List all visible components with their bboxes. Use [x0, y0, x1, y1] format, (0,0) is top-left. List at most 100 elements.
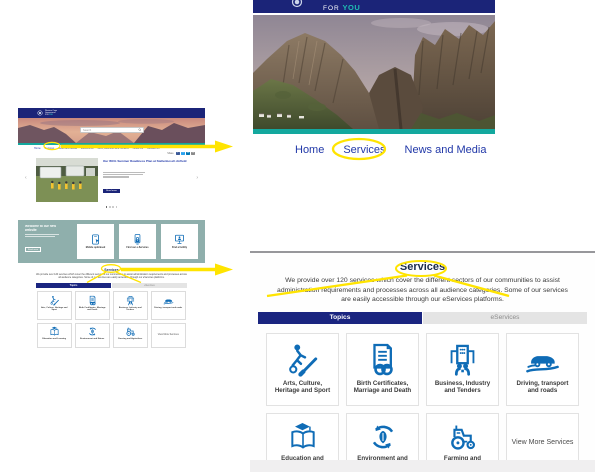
monitor-person-icon — [173, 233, 186, 246]
nav-item-jobs[interactable]: Jobs, Business and Tenders — [98, 147, 129, 150]
twitter-icon[interactable]: t — [181, 152, 185, 156]
search-placeholder: Search — [83, 129, 91, 132]
carousel-dot[interactable] — [109, 206, 111, 208]
linkedin-icon[interactable]: in — [186, 152, 190, 156]
services-heading: Services — [18, 268, 205, 272]
tile-certificates[interactable]: Birth Certificates, Marriage and Death — [346, 333, 419, 406]
search-input[interactable]: Search — [80, 127, 144, 133]
carousel-next-icon[interactable]: › — [196, 176, 198, 181]
nav-item-news[interactable]: News and Media — [58, 147, 77, 150]
mini-services-grid: Arts, Culture, Heritage and Sport Birth … — [37, 291, 187, 348]
driving-transport-icon — [163, 295, 174, 306]
mini-logo: Western Cape Government FOR YOU — [45, 110, 57, 116]
welcome-banner: Welcome to our new website Read more Mob… — [18, 220, 205, 263]
tile-label: Farming and Agriculture — [116, 337, 144, 341]
logo-tagline: FOR YOU — [45, 114, 57, 116]
card-label: Find a facility — [170, 247, 189, 250]
nav-item-news[interactable]: News and Media — [405, 144, 487, 156]
teal-divider — [253, 129, 495, 134]
tutorial-figure: Western Cape Government FOR YOU — [0, 0, 600, 472]
share-label: Share — [167, 152, 173, 155]
tile-business[interactable]: Business, Industry and Tenders — [426, 333, 499, 406]
table-mountain-photo — [253, 15, 495, 129]
tile-label: Environment and Nature — [78, 337, 106, 341]
tile-driving[interactable]: Driving, transport and roads — [151, 291, 187, 320]
business-industry-icon — [444, 341, 481, 378]
birth-certificates-icon — [364, 341, 401, 378]
spacer — [18, 210, 205, 220]
tile-label: Business, Industry and Tenders — [114, 306, 148, 312]
farming-icon — [125, 326, 136, 337]
nav-item-documents[interactable]: Documents — [81, 147, 94, 150]
nav-item-home[interactable]: Home — [295, 144, 324, 156]
carousel-prev-icon[interactable]: ‹ — [25, 176, 27, 181]
nav-item-services[interactable]: Services — [343, 144, 385, 156]
arrowhead-icon — [215, 264, 233, 276]
zoomed-nav-screenshot: FOR YOU — [253, 0, 495, 160]
tile-arts[interactable]: Arts, Culture, Heritage and Sport — [37, 291, 73, 320]
tile-farming[interactable]: Farming and Agriculture — [113, 323, 149, 348]
driving-transport-icon — [524, 341, 561, 378]
nav-item-contact[interactable]: Contact Us — [147, 147, 159, 150]
tile-certificates[interactable]: Birth Certificates, Marriage and Death — [75, 291, 111, 320]
main-nav: Home Services News and Media Documents — [253, 144, 495, 156]
search-icon — [138, 128, 142, 132]
nav-item-home[interactable]: Home — [34, 147, 41, 150]
text-line — [103, 174, 143, 175]
read-more-button[interactable]: Read more — [103, 189, 120, 194]
government-emblem-icon — [37, 110, 43, 116]
header-bar: FOR YOU — [253, 0, 495, 13]
welcome-title: Welcome to our new website — [25, 225, 67, 233]
card-label: Find our e-Services — [124, 247, 150, 250]
carousel-dot[interactable] — [116, 206, 118, 208]
services-description: We provide over 120 services which cover… — [35, 273, 188, 281]
tab-eservices[interactable]: eServices — [423, 312, 587, 324]
carousel-photo — [36, 158, 98, 202]
farming-icon — [447, 421, 479, 453]
services-description: We provide over 120 services which cover… — [274, 276, 571, 305]
business-industry-icon — [125, 295, 136, 306]
card-label: Mobile optimised — [84, 247, 108, 250]
tab-topics[interactable]: Topics — [258, 312, 422, 324]
tab-eservices[interactable]: eServices — [112, 283, 187, 288]
facebook-icon[interactable]: f — [176, 152, 180, 156]
tile-label: Business, Industry and Tenders — [427, 378, 498, 395]
tile-view-more[interactable]: View More Services — [151, 323, 187, 348]
tile-business[interactable]: Business, Industry and Tenders — [113, 291, 149, 320]
mobile-cursor-icon — [89, 233, 102, 246]
arts-culture-sport-icon — [49, 295, 60, 306]
text-line — [25, 234, 59, 235]
welcome-read-more-button[interactable]: Read more — [25, 247, 41, 252]
email-icon[interactable]: ✉ — [191, 152, 195, 156]
tile-label: Driving, transport and roads — [507, 378, 578, 395]
carousel-article: Our WCG Summer Readiness Plan at Stellen… — [103, 158, 191, 210]
tile-label: Education and Learning — [40, 337, 68, 341]
zoomed-services-screenshot: Services We provide over 120 services wh… — [250, 251, 595, 472]
welcome-cards: Mobile optimised Find our e-Services Fin… — [72, 224, 198, 259]
mini-site-screenshot: Western Cape Government FOR YOU — [18, 108, 205, 350]
tab-topics[interactable]: Topics — [36, 283, 111, 288]
tile-arts[interactable]: Arts, Culture, Heritage and Sport — [266, 333, 339, 406]
nav-item-services[interactable]: Services — [45, 147, 55, 150]
carousel-dot[interactable] — [112, 206, 114, 208]
welcome-text-block: Welcome to our new website Read more — [25, 224, 67, 259]
card-mobile-optimised[interactable]: Mobile optimised — [77, 224, 114, 259]
tile-environment[interactable]: Environment and Nature — [75, 323, 111, 348]
nav-item-about[interactable]: About Us — [133, 147, 143, 150]
tile-education[interactable]: Education and Learning — [37, 323, 73, 348]
text-line — [103, 176, 129, 177]
tile-label: View More Services — [156, 333, 181, 337]
carousel-dots — [18, 206, 205, 208]
carousel-dot[interactable] — [106, 206, 108, 208]
tile-driving[interactable]: Driving, transport and roads — [506, 333, 579, 406]
education-icon — [287, 421, 319, 453]
mini-services-section: Services We provide over 120 services wh… — [18, 263, 205, 348]
card-eservices[interactable]: Find our e-Services — [119, 224, 156, 259]
tagline-you: YOU — [49, 114, 53, 116]
services-tabs: Topics eServices — [36, 283, 187, 288]
environment-icon — [87, 326, 98, 337]
tile-label: Birth Certificates, Marriage and Death — [76, 306, 110, 312]
mountain-hero-image — [253, 15, 495, 129]
card-facility[interactable]: Find a facility — [161, 224, 198, 259]
mini-hero-image: Search — [18, 118, 205, 143]
